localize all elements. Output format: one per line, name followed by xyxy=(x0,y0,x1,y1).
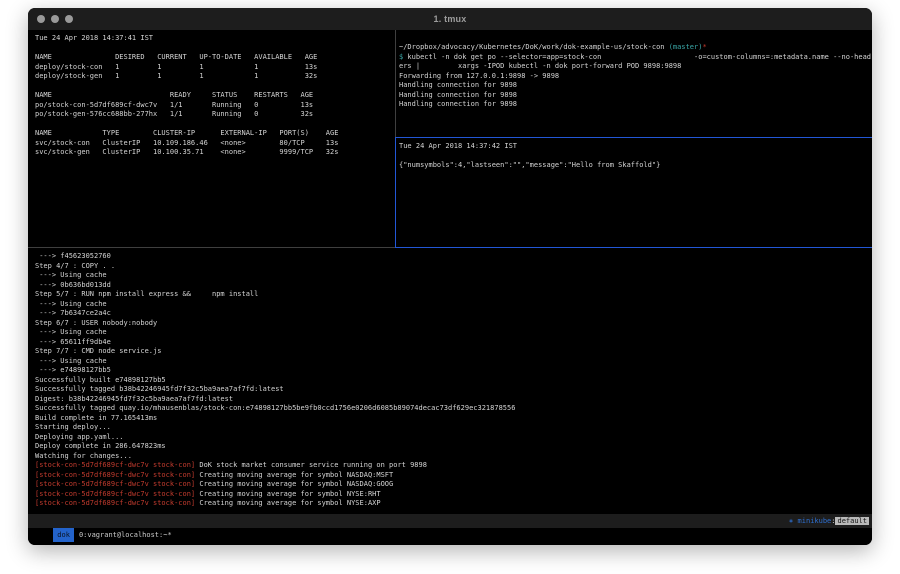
tmux-terminal: Tue 24 Apr 2018 14:37:41 IST NAME DESIRE… xyxy=(28,30,872,545)
traffic-lights xyxy=(37,15,73,23)
tmux-status-bar: dok0:vagrant@localhost:~* ⎈ minikube:def… xyxy=(28,514,872,528)
pane-kubectl-watch[interactable]: Tue 24 Apr 2018 14:37:41 IST NAME DESIRE… xyxy=(35,34,393,158)
pane-border-horizontal-active-bottom xyxy=(395,247,872,248)
kubernetes-helm-icon: ⎈ xyxy=(789,517,797,525)
close-button[interactable] xyxy=(37,15,45,23)
minimize-button[interactable] xyxy=(51,15,59,23)
terminal-window: 1. tmux Tue 24 Apr 2018 14:37:41 IST NAM… xyxy=(28,8,872,545)
pane-border-horizontal-active-top xyxy=(395,137,872,138)
tmux-session-badge: dok xyxy=(53,528,74,542)
kube-namespace-label: default xyxy=(835,517,869,525)
window-title: 1. tmux xyxy=(28,14,872,24)
pane-port-forward[interactable]: ~/Dropbox/advocacy/Kubernetes/DoK/work/d… xyxy=(399,43,872,110)
tmux-status-right: ⎈ minikube:default xyxy=(789,514,869,528)
window-titlebar: 1. tmux xyxy=(28,8,872,30)
pane-service-response[interactable]: Tue 24 Apr 2018 14:37:42 IST {"numsymbol… xyxy=(399,142,872,171)
pane-border-horizontal xyxy=(28,247,396,248)
zoom-button[interactable] xyxy=(65,15,73,23)
tmux-window-tab[interactable]: 0:vagrant@localhost:~* xyxy=(79,531,172,539)
pane-skaffold-log[interactable]: ---> f45623052760Step 4/7 : COPY . . ---… xyxy=(35,252,872,509)
pane-border-vertical-active xyxy=(395,137,396,248)
pane-border-vertical xyxy=(395,30,396,137)
kube-context-label: minikube xyxy=(798,517,832,525)
